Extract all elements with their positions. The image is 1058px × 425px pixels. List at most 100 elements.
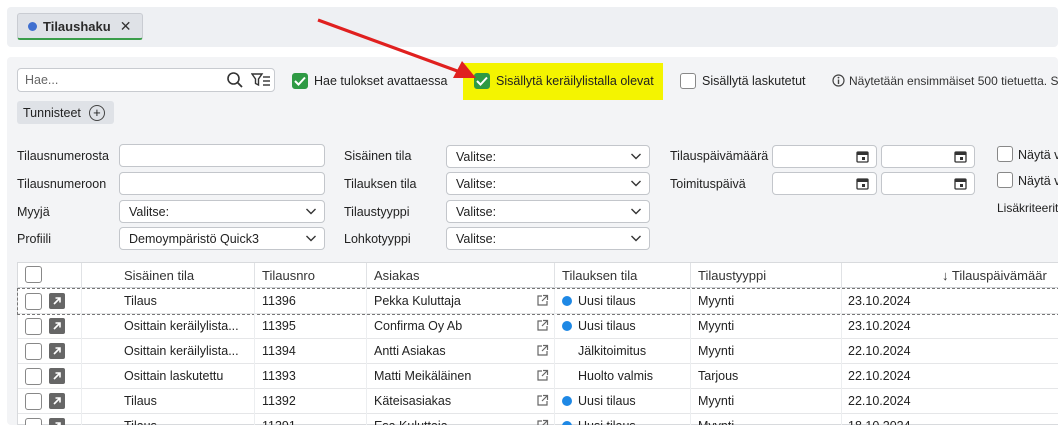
cell-order-date: 23.10.2024 <box>848 319 911 333</box>
info-icon <box>832 74 845 87</box>
external-link-icon[interactable] <box>536 394 549 410</box>
column-divider <box>81 339 82 364</box>
block-type-select[interactable]: Valitse: <box>446 227 650 250</box>
cell-internal-state: Osittain laskutettu <box>124 369 224 383</box>
row-checkbox[interactable] <box>25 368 42 385</box>
status-dot <box>562 321 572 331</box>
col-customer[interactable]: Asiakas <box>374 268 420 283</box>
open-row-icon[interactable] <box>49 293 65 309</box>
calendar-icon[interactable] <box>856 177 869 193</box>
cell-internal-state: Tilaus <box>124 294 157 308</box>
cell-customer: Pekka Kuluttaja <box>374 294 461 308</box>
extra-criteria-label[interactable]: Lisäkriteerit <box>997 201 1058 215</box>
select-all-checkbox[interactable] <box>25 266 42 283</box>
row-checkbox[interactable] <box>25 293 42 310</box>
table-row[interactable]: Osittain keräilylista... 11394 Antti Asiak… <box>18 339 1058 364</box>
tab-tilaushaku[interactable]: Tilaushaku ✕ <box>17 13 143 40</box>
external-link-icon[interactable] <box>536 419 549 425</box>
col-internal-state[interactable]: Sisäinen tila <box>124 268 194 283</box>
row-checkbox[interactable] <box>25 343 42 360</box>
internal-state-select[interactable]: Valitse: <box>446 145 650 168</box>
column-divider <box>841 289 842 314</box>
calendar-icon[interactable] <box>954 177 967 193</box>
open-row-icon[interactable] <box>49 318 65 334</box>
open-row-icon[interactable] <box>49 393 65 409</box>
close-icon[interactable]: ✕ <box>120 18 132 35</box>
table-row[interactable]: Tilaus 11391 Esa Kuluttaja Uusi tilaus Myynt… <box>18 414 1058 425</box>
order-state-select[interactable]: Valitse: <box>446 172 650 195</box>
order-date-to-input[interactable] <box>881 145 975 168</box>
filter-icon[interactable] <box>251 72 271 88</box>
col-order-type[interactable]: Tilaustyyppi <box>698 268 766 283</box>
col-order-no[interactable]: Tilausnro <box>262 268 315 283</box>
column-divider <box>841 389 842 414</box>
column-divider <box>554 289 555 314</box>
row-checkbox[interactable] <box>25 318 42 335</box>
order-type-value: Valitse: <box>456 204 497 219</box>
open-row-icon[interactable] <box>49 343 65 359</box>
chevron-down-icon <box>305 232 317 247</box>
show-option-1-checkbox[interactable] <box>997 146 1013 162</box>
column-divider <box>366 314 367 339</box>
cell-order-type: Myynti <box>698 319 735 333</box>
seller-label: Myyjä <box>17 205 50 219</box>
chevron-down-icon <box>630 177 642 192</box>
order-to-input[interactable] <box>119 172 325 195</box>
table-row[interactable]: Tilaus 11396 Pekka Kuluttaja Uusi tilaus Myy… <box>17 288 1058 315</box>
add-tag-icon[interactable]: + <box>88 104 105 121</box>
table-row[interactable]: Tilaus 11392 Käteisasiakas Uusi tilaus Myynt… <box>18 389 1058 414</box>
column-divider <box>366 289 367 314</box>
order-state-text: Huolto valmis <box>578 369 654 383</box>
tags-chip[interactable]: Tunnisteet + <box>17 101 114 124</box>
row-checkbox[interactable] <box>25 393 42 410</box>
calendar-icon[interactable] <box>954 150 967 166</box>
col-order-state[interactable]: Tilauksen tila <box>562 268 637 283</box>
status-dot <box>562 421 572 425</box>
tab-status-dot <box>28 21 37 31</box>
include-invoiced-checkbox[interactable] <box>680 73 696 89</box>
external-link-icon[interactable] <box>536 319 549 335</box>
block-type-label: Lohkotyyppi <box>344 232 411 246</box>
column-divider <box>554 389 555 414</box>
open-row-icon[interactable] <box>49 418 65 425</box>
column-divider <box>366 364 367 389</box>
delivery-date-to-input[interactable] <box>881 172 975 195</box>
column-divider <box>690 339 691 364</box>
external-link-icon[interactable] <box>536 369 549 385</box>
column-divider <box>841 314 842 339</box>
external-link-icon[interactable] <box>536 294 549 310</box>
cell-customer: Esa Kuluttaja <box>374 419 448 425</box>
show-option-2-label: Näytä v <box>1018 174 1058 188</box>
show-option-1-label: Näytä v <box>1018 148 1058 162</box>
search-icon[interactable] <box>226 71 244 89</box>
order-type-select[interactable]: Valitse: <box>446 200 650 223</box>
order-state-text: Jälkitoimitus <box>578 344 647 358</box>
cell-order-date: 22.10.2024 <box>848 394 911 408</box>
calendar-icon[interactable] <box>856 150 869 166</box>
delivery-date-from-input[interactable] <box>772 172 877 195</box>
open-row-icon[interactable] <box>49 368 65 384</box>
order-state-text: Uusi tilaus <box>578 294 636 308</box>
seller-select[interactable]: Valitse: <box>119 200 325 223</box>
profile-select[interactable]: Demoympäristö Quick3 <box>119 227 325 250</box>
chevron-down-icon <box>630 232 642 247</box>
profile-label: Profiili <box>17 232 52 246</box>
column-divider <box>690 364 691 389</box>
cell-order-state: Uusi tilaus <box>562 394 636 408</box>
cell-order-state: Jälkitoimitus <box>562 344 646 358</box>
table-row[interactable]: Osittain keräilylista... 11395 Confirma Oy… <box>18 314 1058 339</box>
cell-order-type: Tarjous <box>698 369 739 383</box>
show-option-2-checkbox[interactable] <box>997 172 1013 188</box>
row-checkbox[interactable] <box>25 418 42 425</box>
col-order-date[interactable]: ↓ Tilauspäivämäär <box>942 268 1047 283</box>
external-link-icon[interactable] <box>536 344 549 360</box>
cell-order-no: 11396 <box>262 294 296 308</box>
order-from-input[interactable] <box>119 144 325 167</box>
order-type-label: Tilaustyyppi <box>344 205 410 219</box>
cell-order-date: 22.10.2024 <box>848 344 911 358</box>
column-divider <box>690 289 691 314</box>
fetch-on-open-checkbox[interactable] <box>292 73 308 89</box>
cell-order-state: Uusi tilaus <box>562 319 636 333</box>
table-row[interactable]: Osittain laskutettu 11393 Matti Meikäläine… <box>18 364 1058 389</box>
order-date-from-input[interactable] <box>772 145 877 168</box>
